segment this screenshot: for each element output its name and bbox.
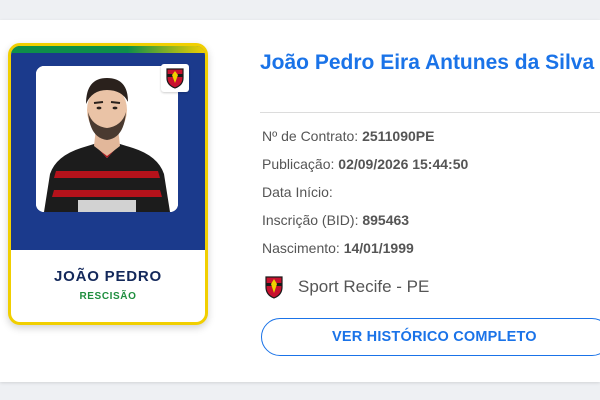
- card-stripe: [11, 46, 205, 53]
- start-date-label: Data Início:: [262, 184, 333, 200]
- status-badge: RESCISÃO: [79, 291, 137, 302]
- contract-number-value: 2511090PE: [362, 128, 435, 144]
- club-crest-icon: [166, 68, 184, 89]
- publication-value: 02/09/2026 15:44:50: [338, 156, 469, 172]
- birth-date-row: Nascimento: 14/01/1999: [262, 238, 468, 266]
- view-full-history-button[interactable]: VER HISTÓRICO COMPLETO: [261, 318, 600, 356]
- contract-info: Nº de Contrato: 2511090PE Publicação: 02…: [262, 126, 468, 266]
- publication-label: Publicação:: [262, 156, 339, 172]
- club-badge: [161, 64, 189, 92]
- player-card: JOÃO PEDRO RESCISÃO: [8, 43, 208, 325]
- divider: [260, 112, 600, 113]
- player-full-name: João Pedro Eira Antunes da Silva: [260, 51, 595, 74]
- publication-row: Publicação: 02/09/2026 15:44:50: [262, 154, 468, 182]
- club-crest-icon: [265, 276, 283, 299]
- club-name: Sport Recife - PE: [298, 277, 430, 296]
- contract-number-label: Nº de Contrato:: [262, 128, 363, 144]
- birth-date-label: Nascimento:: [262, 240, 344, 256]
- start-date-row: Data Início:: [262, 182, 468, 210]
- player-photo-icon: [36, 66, 178, 212]
- birth-date-value: 14/01/1999: [343, 240, 414, 256]
- bid-row: Inscrição (BID): 895463: [262, 210, 468, 238]
- card-player-name: JOÃO PEDRO: [53, 268, 163, 285]
- player-photo: [36, 66, 178, 212]
- contract-number-row: Nº de Contrato: 2511090PE: [262, 126, 468, 154]
- club-row: Sport Recife - PE: [264, 275, 429, 299]
- bid-value: 895463: [362, 212, 410, 228]
- bid-label: Inscrição (BID):: [262, 212, 363, 228]
- player-details: João Pedro Eira Antunes da Silva: [260, 48, 600, 77]
